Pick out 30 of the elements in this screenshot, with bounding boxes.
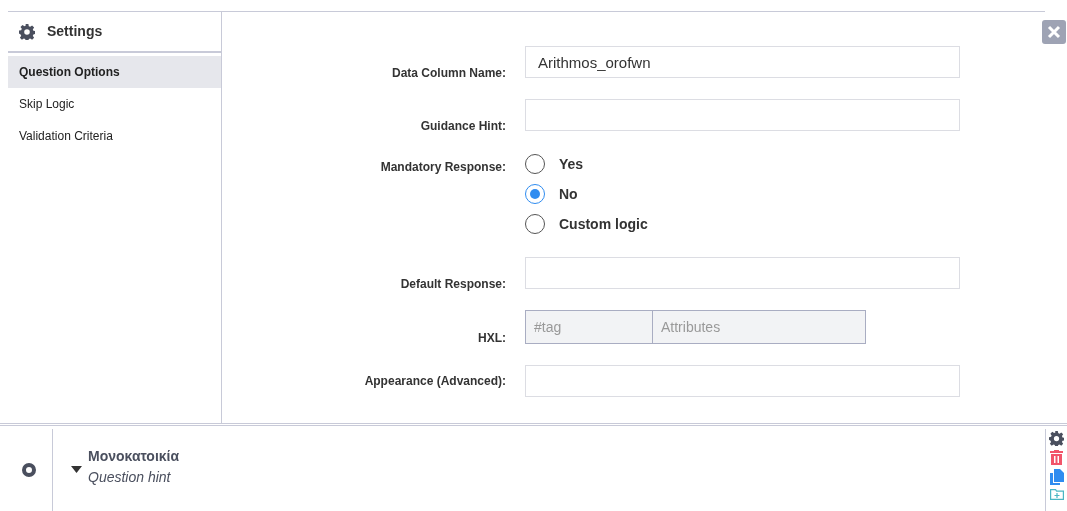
input-field[interactable]: Arithmos_orofwn — [525, 46, 960, 78]
question-hint[interactable]: Question hint — [88, 467, 180, 488]
caret-icon[interactable] — [71, 465, 82, 473]
close-icon — [1047, 25, 1061, 39]
field-label: HXL: — [478, 329, 506, 347]
sidebar-item[interactable]: Skip Logic — [8, 88, 221, 120]
radio-label[interactable]: No — [559, 183, 578, 205]
trash-icon[interactable] — [1050, 450, 1063, 465]
input-field[interactable] — [525, 365, 960, 397]
close-button[interactable] — [1042, 20, 1066, 44]
tag-field[interactable]: #tag — [525, 310, 653, 344]
radio-icon — [22, 463, 36, 477]
field-label: Mandatory Response: — [380, 159, 506, 176]
question-title[interactable]: Μονοκατοικία — [88, 446, 180, 467]
field-label: Appearance (Advanced): — [364, 373, 506, 390]
field-label: Guidance Hint: — [420, 117, 506, 135]
settings-icon[interactable] — [1049, 431, 1064, 446]
field-label: Data Column Name: — [391, 64, 506, 82]
sidebar-item[interactable]: Question Options — [8, 56, 221, 88]
folder-add-icon[interactable] — [1049, 489, 1064, 500]
sidebar-title: Settings — [47, 22, 103, 41]
sidebar-item[interactable]: Validation Criteria — [8, 120, 221, 152]
settings-icon — [19, 23, 35, 40]
radio-label[interactable]: Yes — [559, 153, 584, 175]
radio-label[interactable]: Custom logic — [559, 213, 648, 235]
input-field[interactable] — [525, 99, 960, 131]
input-field[interactable] — [525, 257, 960, 289]
copy-icon[interactable] — [1049, 469, 1064, 485]
attributes-field[interactable]: Attributes — [653, 310, 866, 344]
field-label: Default Response: — [400, 275, 506, 293]
